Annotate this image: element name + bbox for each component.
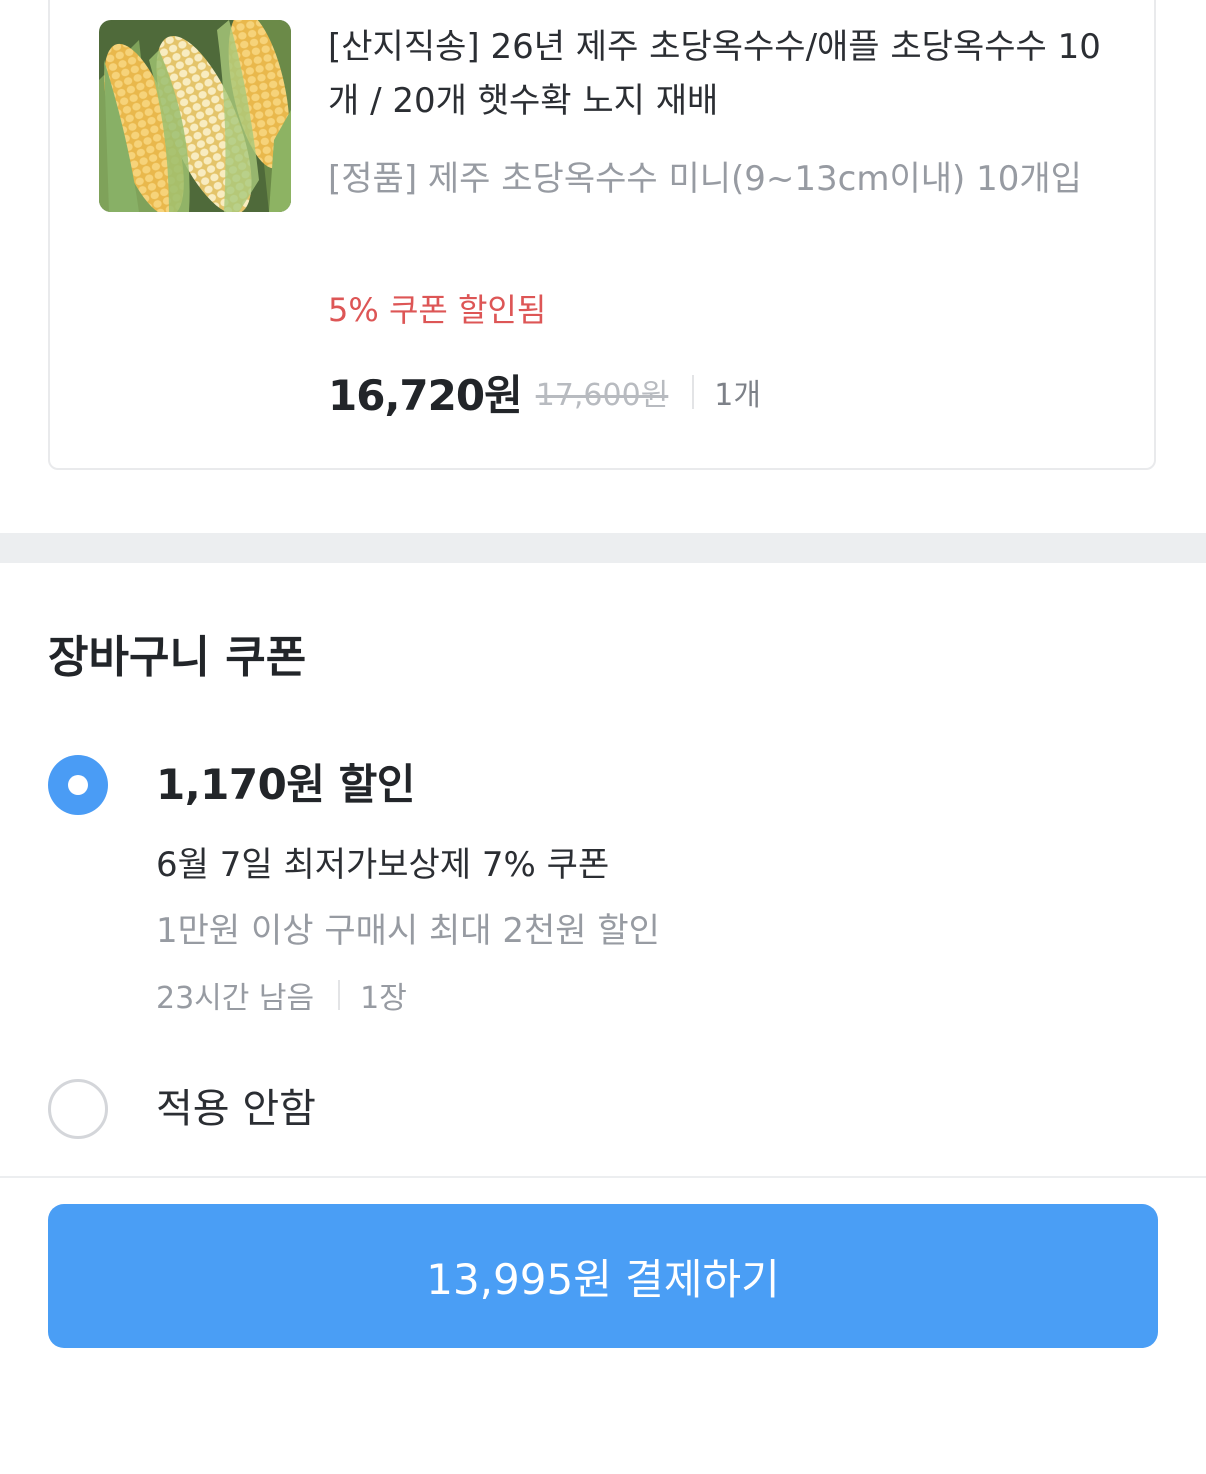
sale-price: 16,720원 (328, 370, 523, 420)
divider (338, 980, 341, 1010)
divider (692, 375, 695, 409)
coupon-meta: 23시간 남음 1장 (156, 970, 407, 1020)
radio-dot-icon (68, 775, 88, 795)
product-option: [정품] 제주 초당옥수수 미니(9~13cm이내) 10개입 (328, 159, 1082, 199)
quantity: 1개 (714, 378, 761, 413)
product-title[interactable]: [산지직송] 26년 제주 초당옥수수/애플 초당옥수수 10개 / 20개 햇… (328, 20, 1128, 128)
coupon-remaining-time: 23시간 남음 (156, 981, 315, 1016)
coupon-applied-note: 5% 쿠폰 할인됨 (328, 291, 547, 329)
section-divider (0, 533, 1206, 563)
product-thumbnail[interactable] (99, 20, 291, 212)
section-title: 장바구니 쿠폰 (48, 632, 307, 683)
coupon-condition: 1만원 이상 구매시 최대 2천원 할인 (156, 911, 660, 951)
coupon-radio-none[interactable] (48, 1079, 108, 1139)
price-row: 16,720원 17,600원 1개 (328, 362, 761, 422)
pay-button[interactable]: 13,995원 결제하기 (48, 1204, 1158, 1348)
coupon-count: 1장 (360, 981, 407, 1016)
footer-divider (0, 1176, 1206, 1178)
corn-photo-icon (99, 20, 291, 212)
coupon-discount-amount[interactable]: 1,170원 할인 (156, 755, 415, 815)
coupon-radio-selected[interactable] (48, 755, 108, 815)
coupon-name: 6월 7일 최저가보상제 7% 쿠폰 (156, 845, 610, 885)
original-price: 17,600원 (535, 378, 669, 413)
no-coupon-option[interactable]: 적용 안함 (156, 1079, 316, 1139)
